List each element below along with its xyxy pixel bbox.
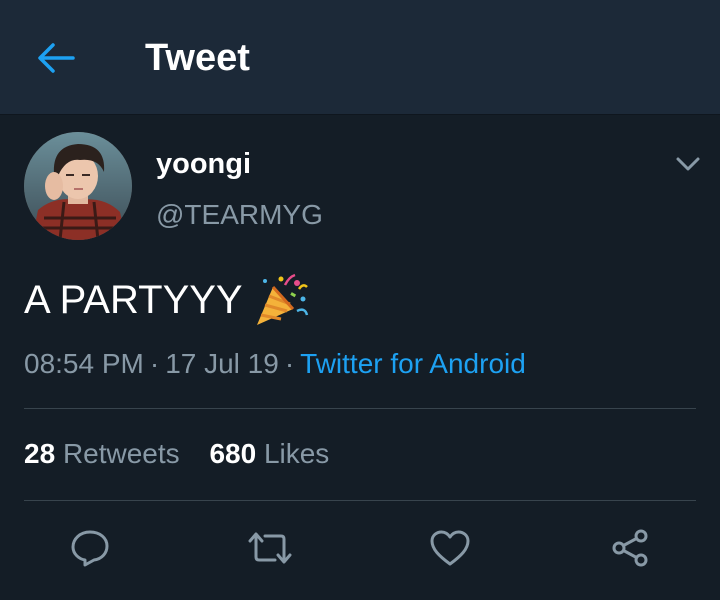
share-icon xyxy=(612,529,648,567)
retweets-label: Retweets xyxy=(62,438,180,469)
retweet-icon xyxy=(248,532,292,564)
tweet-body: A PARTYYY xyxy=(24,272,309,328)
tweet-time: 08:54 PM xyxy=(24,348,144,379)
tweet-text: A PARTYYY xyxy=(24,278,243,322)
arrow-left-icon xyxy=(38,43,75,73)
tweet-meta: 08:54 PM · 17 Jul 19 · Twitter for Android xyxy=(24,344,526,384)
user-handle[interactable]: @TEARMYG xyxy=(156,197,323,233)
tweet-detail-screen: Tweet yoongi @TEARMYG A PARTYYY 08:54 PM… xyxy=(0,0,720,600)
likes-count: 680 xyxy=(209,438,257,469)
likes-stat[interactable]: 680 Likes xyxy=(209,434,329,474)
meta-separator: · xyxy=(284,348,295,379)
party-popper-icon xyxy=(256,273,308,325)
reply-icon xyxy=(71,530,109,567)
meta-separator: · xyxy=(149,348,160,379)
tweet-source-link[interactable]: Twitter for Android xyxy=(300,348,526,379)
tweet-options-button[interactable] xyxy=(670,146,706,182)
tweet-date: 17 Jul 19 xyxy=(165,348,279,379)
share-button[interactable] xyxy=(606,524,654,572)
page-title: Tweet xyxy=(145,37,250,79)
heart-icon xyxy=(430,530,470,566)
divider xyxy=(24,408,696,409)
top-app-bar: Tweet xyxy=(0,0,720,115)
retweets-count: 28 xyxy=(24,438,56,469)
divider xyxy=(24,500,696,501)
retweets-stat[interactable]: 28 Retweets xyxy=(24,434,180,474)
chevron-down-icon xyxy=(676,157,700,171)
tweet-stats: 28 Retweets 680 Likes xyxy=(24,434,351,474)
display-name[interactable]: yoongi xyxy=(156,146,251,182)
reply-button[interactable] xyxy=(66,524,114,572)
back-button[interactable] xyxy=(34,36,78,80)
like-button[interactable] xyxy=(426,524,474,572)
avatar[interactable] xyxy=(24,132,132,240)
avatar-photo xyxy=(24,132,132,240)
likes-label: Likes xyxy=(263,438,330,469)
retweet-button[interactable] xyxy=(246,524,294,572)
